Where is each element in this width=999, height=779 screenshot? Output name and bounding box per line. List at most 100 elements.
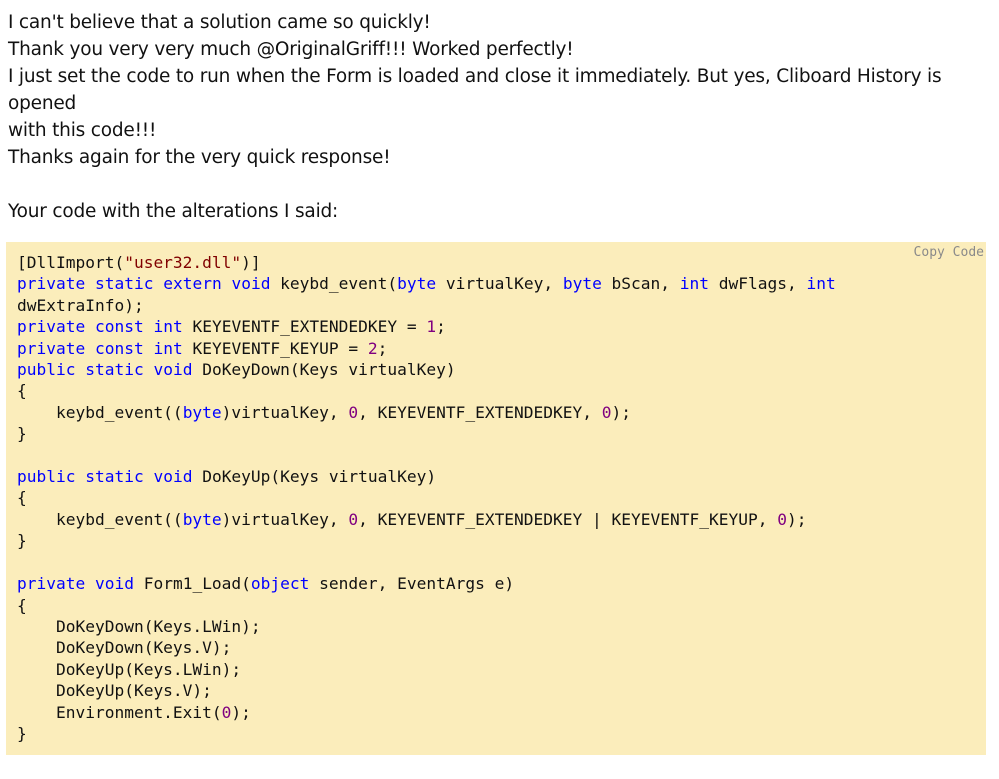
code-keyword: extern (163, 274, 222, 294)
code-text: { (17, 488, 27, 508)
code-text: KEYEVENTF_EXTENDEDKEY = (182, 317, 427, 337)
code-keyword: byte (182, 509, 222, 529)
code-number: 1 (426, 317, 437, 337)
code-text: } (17, 723, 27, 743)
post-paragraph: I can't believe that a solution came so … (8, 12, 431, 33)
code-line: private void Form1_Load(object sender, E… (17, 574, 514, 593)
code-keyword: private (17, 574, 86, 594)
code-keyword: private (17, 338, 86, 358)
code-text: } (17, 531, 27, 551)
post-paragraph: Thank you very very much @OriginalGriff!… (8, 39, 574, 60)
code-line: keybd_event((byte)virtualKey, 0, KEYEVEN… (17, 510, 806, 529)
code-text: )virtualKey, (221, 509, 349, 529)
code-text: keybd_event(( (17, 402, 183, 422)
code-line: } (17, 531, 27, 550)
code-text: DoKeyDown(Keys.LWin); (17, 616, 261, 636)
code-text: ); (786, 509, 807, 529)
code-keyword: void (231, 274, 271, 294)
code-text: [DllImport( (17, 253, 125, 272)
code-keyword: void (153, 467, 193, 487)
code-text: { (17, 595, 27, 615)
post-paragraph: I just set the code to run when the Form… (8, 66, 948, 114)
code-keyword: static (85, 467, 144, 487)
code-keyword: object (250, 574, 310, 594)
code-keyword: int (153, 317, 183, 337)
code-keyword: private (17, 274, 86, 294)
code-line: DoKeyUp(Keys.V); (17, 681, 212, 700)
code-text: KEYEVENTF_KEYUP = (182, 338, 368, 358)
code-text: DoKeyUp(Keys.V); (17, 681, 212, 701)
code-text: } (17, 424, 27, 444)
code-keyword: public (17, 360, 76, 380)
code-text: DoKeyUp(Keys.LWin); (17, 659, 242, 679)
code-text: , KEYEVENTF_EXTENDEDKEY | KEYEVENTF_KEYU… (358, 509, 778, 529)
code-line: private static extern void keybd_event( b… (17, 274, 836, 293)
post-paragraph: Your code with the alterations I said: (8, 201, 339, 222)
code-number: 0 (601, 402, 612, 422)
code-text: ; (436, 317, 446, 337)
code-text: , KEYEVENTF_EXTENDEDKEY, (358, 402, 602, 422)
code-text: dwFlags, (709, 274, 807, 294)
post-paragraph: with this code!!! (8, 120, 157, 141)
code-text: ); (231, 702, 251, 722)
code-line: private const int KEYEVENTF_KEYUP = 2; (17, 339, 387, 358)
code-line: public static void DoKeyUp(Keys virtualK… (17, 467, 436, 486)
code-string: "user32.dll" (124, 253, 242, 272)
code-line: dwExtraInfo); (17, 296, 144, 315)
code-keyword: public (17, 467, 76, 487)
code-text: Environment.Exit( (17, 702, 222, 722)
code-keyword: byte (182, 402, 222, 422)
code-keyword: static (94, 274, 154, 294)
post-paragraph: Thanks again for the very quick response… (8, 147, 391, 168)
code-line: Environment.Exit(0); (17, 703, 251, 722)
code-number: 0 (221, 702, 232, 722)
code-keyword: int (679, 274, 710, 294)
code-line: { (17, 381, 27, 400)
code-number: 0 (348, 509, 359, 529)
code-text: bScan, (601, 274, 680, 294)
code-line: [DllImport("user32.dll")] (17, 253, 261, 272)
code-text: ; (377, 338, 388, 358)
code-content[interactable]: [DllImport("user32.dll")] private static… (17, 252, 836, 744)
code-text: Form1_Load( (133, 574, 251, 594)
code-text: )] (241, 253, 261, 272)
copy-code-button[interactable]: Copy Code (914, 245, 984, 260)
code-text: virtualKey, (436, 274, 563, 294)
code-text: DoKeyUp(Keys virtualKey) (192, 467, 437, 487)
code-line: DoKeyDown(Keys.LWin); (17, 617, 261, 636)
code-line: { (17, 488, 27, 507)
code-keyword: int (153, 338, 183, 358)
code-number: 2 (367, 338, 378, 358)
code-keyword: static (85, 360, 144, 380)
code-text: keybd_event( (270, 274, 398, 294)
code-keyword: void (153, 360, 193, 380)
code-text: )virtualKey, (221, 402, 349, 422)
code-keyword: int (806, 274, 836, 294)
code-text: keybd_event(( (17, 509, 183, 529)
code-text: DoKeyDown(Keys virtualKey) (192, 360, 456, 380)
code-keyword: const (94, 338, 144, 358)
code-text: ); (611, 402, 632, 422)
code-line: { (17, 596, 27, 615)
code-text: DoKeyDown(Keys.V); (17, 638, 232, 658)
code-keyword: byte (562, 274, 602, 294)
code-keyword: void (94, 574, 134, 594)
post-body: I can't believe that a solution came so … (8, 9, 993, 225)
code-line: } (17, 724, 27, 743)
code-line: DoKeyDown(Keys.V); (17, 638, 231, 657)
code-number: 0 (348, 402, 359, 422)
code-line: } (17, 424, 27, 443)
code-text: dwExtraInfo); (17, 295, 144, 315)
code-line: DoKeyUp(Keys.LWin); (17, 660, 241, 679)
code-line: public static void DoKeyDown(Keys virtua… (17, 360, 456, 379)
